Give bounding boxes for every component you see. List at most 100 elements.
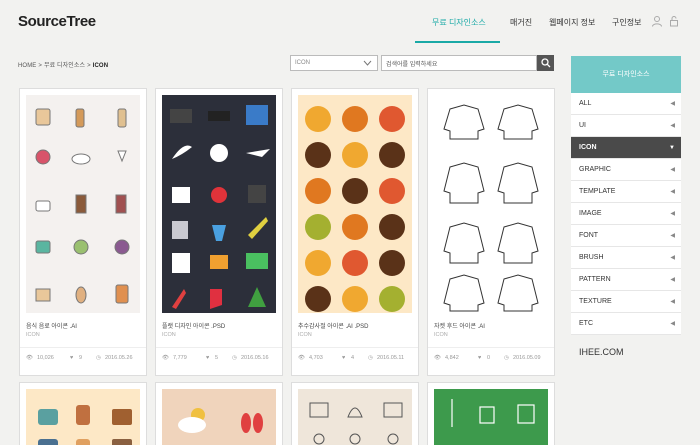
- sidebar-item-label: FONT: [579, 232, 599, 239]
- heart-icon: ♥: [206, 355, 210, 361]
- summer-icons-preview: [178, 408, 263, 433]
- flat-icons-preview: [170, 105, 270, 309]
- card-title[interactable]: 플랫 디자인 아이콘 .PSD: [162, 321, 225, 330]
- card-title[interactable]: 자켓 후드 아이콘 .AI: [434, 321, 485, 330]
- user-icon[interactable]: [651, 15, 663, 27]
- chevron-left-icon: ◀: [670, 277, 675, 283]
- card-category: ICON: [26, 332, 40, 338]
- chevron-left-icon: ◀: [670, 189, 675, 195]
- nav-job-info[interactable]: 구인정보: [612, 17, 641, 28]
- eye-icon: 👁: [298, 355, 305, 361]
- card-meta: 👁 4,842 ♥ 0 ◷ 2016.05.09: [434, 355, 548, 363]
- thumbnail-summer-icons[interactable]: [162, 389, 276, 445]
- card-divider: [428, 347, 554, 348]
- thumbnail-jacket-hood-icons[interactable]: [434, 95, 548, 313]
- heart-icon: ♥: [70, 355, 74, 361]
- sidebar-item-all[interactable]: ALL ◀: [571, 93, 681, 115]
- sidebar-item-template[interactable]: TEMPLATE ◀: [571, 181, 681, 203]
- sidebar: 무료 디자인소스 ALL ◀ UI ◀ ICON ▼ GRAPHIC ◀ TEMPLAT…: [571, 56, 681, 357]
- chevron-left-icon: ◀: [670, 211, 675, 217]
- clock-icon: ◷: [232, 355, 237, 361]
- sidebar-item-icon[interactable]: ICON ▼: [571, 137, 681, 159]
- search-button[interactable]: [537, 55, 554, 71]
- thumbnail-flat-design-icons[interactable]: [162, 95, 276, 313]
- nav-active-underline: [415, 41, 500, 43]
- view-count: 4,703: [309, 355, 323, 361]
- nav-magazine[interactable]: 매거진: [510, 17, 532, 28]
- sidebar-item-font[interactable]: FONT ◀: [571, 225, 681, 247]
- sidebar-item-brush[interactable]: BRUSH ◀: [571, 247, 681, 269]
- lock-icon[interactable]: [668, 15, 680, 27]
- sidebar-footer-brand: IHEE.COM: [579, 347, 624, 357]
- breadcrumb: HOME > 무료 디자인소스 > ICON: [18, 63, 109, 69]
- card-meta: 👁 10,026 ♥ 9 ◷ 2016.05.26: [26, 355, 140, 363]
- card-meta: 👁 4,703 ♥ 4 ◷ 2016.05.11: [298, 355, 412, 363]
- card-meta: 👁 7,779 ♥ 5 ◷ 2016.05.16: [162, 355, 276, 363]
- nav-webpage-info[interactable]: 웹페이지 정보: [549, 17, 595, 28]
- sidebar-item-graphic[interactable]: GRAPHIC ◀: [571, 159, 681, 181]
- eye-icon: 👁: [26, 355, 33, 361]
- sidebar-item-image[interactable]: IMAGE ◀: [571, 203, 681, 225]
- resource-card[interactable]: [427, 382, 555, 445]
- site-logo[interactable]: SourceTree: [18, 13, 96, 30]
- sidebar-item-label: UI: [579, 122, 586, 129]
- sidebar-item-texture[interactable]: TEXTURE ◀: [571, 291, 681, 313]
- post-date: 2016.05.16: [241, 355, 269, 361]
- sidebar-item-label: GRAPHIC: [579, 166, 611, 173]
- card-title[interactable]: 추수감사절 아이콘 .AI .PSD: [298, 321, 369, 330]
- post-date: 2016.05.11: [377, 355, 405, 361]
- card-divider: [292, 347, 418, 348]
- view-count: 7,779: [173, 355, 187, 361]
- eye-icon: 👁: [162, 355, 169, 361]
- sidebar-item-label: ALL: [579, 100, 592, 107]
- resource-card[interactable]: 추수감사절 아이콘 .AI .PSD ICON 👁 4,703 ♥ 4 ◷ 2016.…: [291, 88, 419, 376]
- jacket-icons-preview: [443, 104, 539, 312]
- thumbnail-thanksgiving-icons[interactable]: [298, 95, 412, 313]
- food-icons-preview: [35, 108, 130, 304]
- chevron-down-icon: ▼: [669, 145, 675, 151]
- resource-card[interactable]: 자켓 후드 아이콘 .AI ICON 👁 4,842 ♥ 0 ◷ 2016.05.09: [427, 88, 555, 376]
- thumbnail-kitchen-icons[interactable]: [434, 389, 548, 445]
- category-select-value: ICON: [295, 60, 310, 66]
- breadcrumb-current: ICON: [92, 63, 109, 69]
- chevron-left-icon: ◀: [670, 233, 675, 239]
- chevron-left-icon: ◀: [670, 101, 675, 107]
- sidebar-item-etc[interactable]: ETC ◀: [571, 313, 681, 335]
- sidebar-header[interactable]: 무료 디자인소스: [571, 56, 681, 93]
- card-category: ICON: [434, 332, 448, 338]
- chevron-left-icon: ◀: [670, 255, 675, 261]
- resource-card[interactable]: [19, 382, 147, 445]
- thumbnail-line-icons[interactable]: [298, 389, 412, 445]
- breadcrumb-home[interactable]: HOME: [18, 63, 36, 69]
- card-divider: [20, 347, 146, 348]
- view-count: 10,026: [37, 355, 54, 361]
- breadcrumb-category[interactable]: 무료 디자인소스: [44, 63, 85, 69]
- view-count: 4,842: [445, 355, 459, 361]
- like-count: 0: [487, 355, 491, 361]
- resource-card[interactable]: [155, 382, 283, 445]
- eye-icon: 👁: [434, 355, 441, 361]
- heart-icon: ♥: [478, 355, 482, 361]
- sidebar-item-label: ICON: [579, 144, 597, 151]
- sidebar-item-pattern[interactable]: PATTERN ◀: [571, 269, 681, 291]
- card-title[interactable]: 음식 음료 아이콘 .AI: [26, 321, 77, 330]
- sidebar-item-label: ETC: [579, 320, 593, 327]
- like-count: 4: [351, 355, 355, 361]
- category-select[interactable]: ICON: [290, 55, 378, 71]
- sidebar-item-label: TEMPLATE: [579, 188, 616, 195]
- chevron-left-icon: ◀: [670, 321, 675, 327]
- resource-card[interactable]: [291, 382, 419, 445]
- card-divider: [156, 347, 282, 348]
- post-date: 2016.05.26: [105, 355, 133, 361]
- kitchen-icons-preview: [451, 399, 535, 427]
- travel-icons-preview: [38, 405, 132, 445]
- post-date: 2016.05.09: [513, 355, 541, 361]
- resource-card[interactable]: 플랫 디자인 아이콘 .PSD ICON 👁 7,779 ♥ 5 ◷ 2016.05.…: [155, 88, 283, 376]
- thumbnail-travel-icons[interactable]: [26, 389, 140, 445]
- sidebar-item-ui[interactable]: UI ◀: [571, 115, 681, 137]
- clock-icon: ◷: [504, 355, 509, 361]
- resource-card[interactable]: 음식 음료 아이콘 .AI ICON 👁 10,026 ♥ 9 ◷ 2016.05.2…: [19, 88, 147, 376]
- thumbnail-food-drink-icons[interactable]: [26, 95, 140, 313]
- search-input[interactable]: [381, 55, 537, 71]
- nav-free-design-source[interactable]: 무료 디자인소스: [432, 17, 486, 28]
